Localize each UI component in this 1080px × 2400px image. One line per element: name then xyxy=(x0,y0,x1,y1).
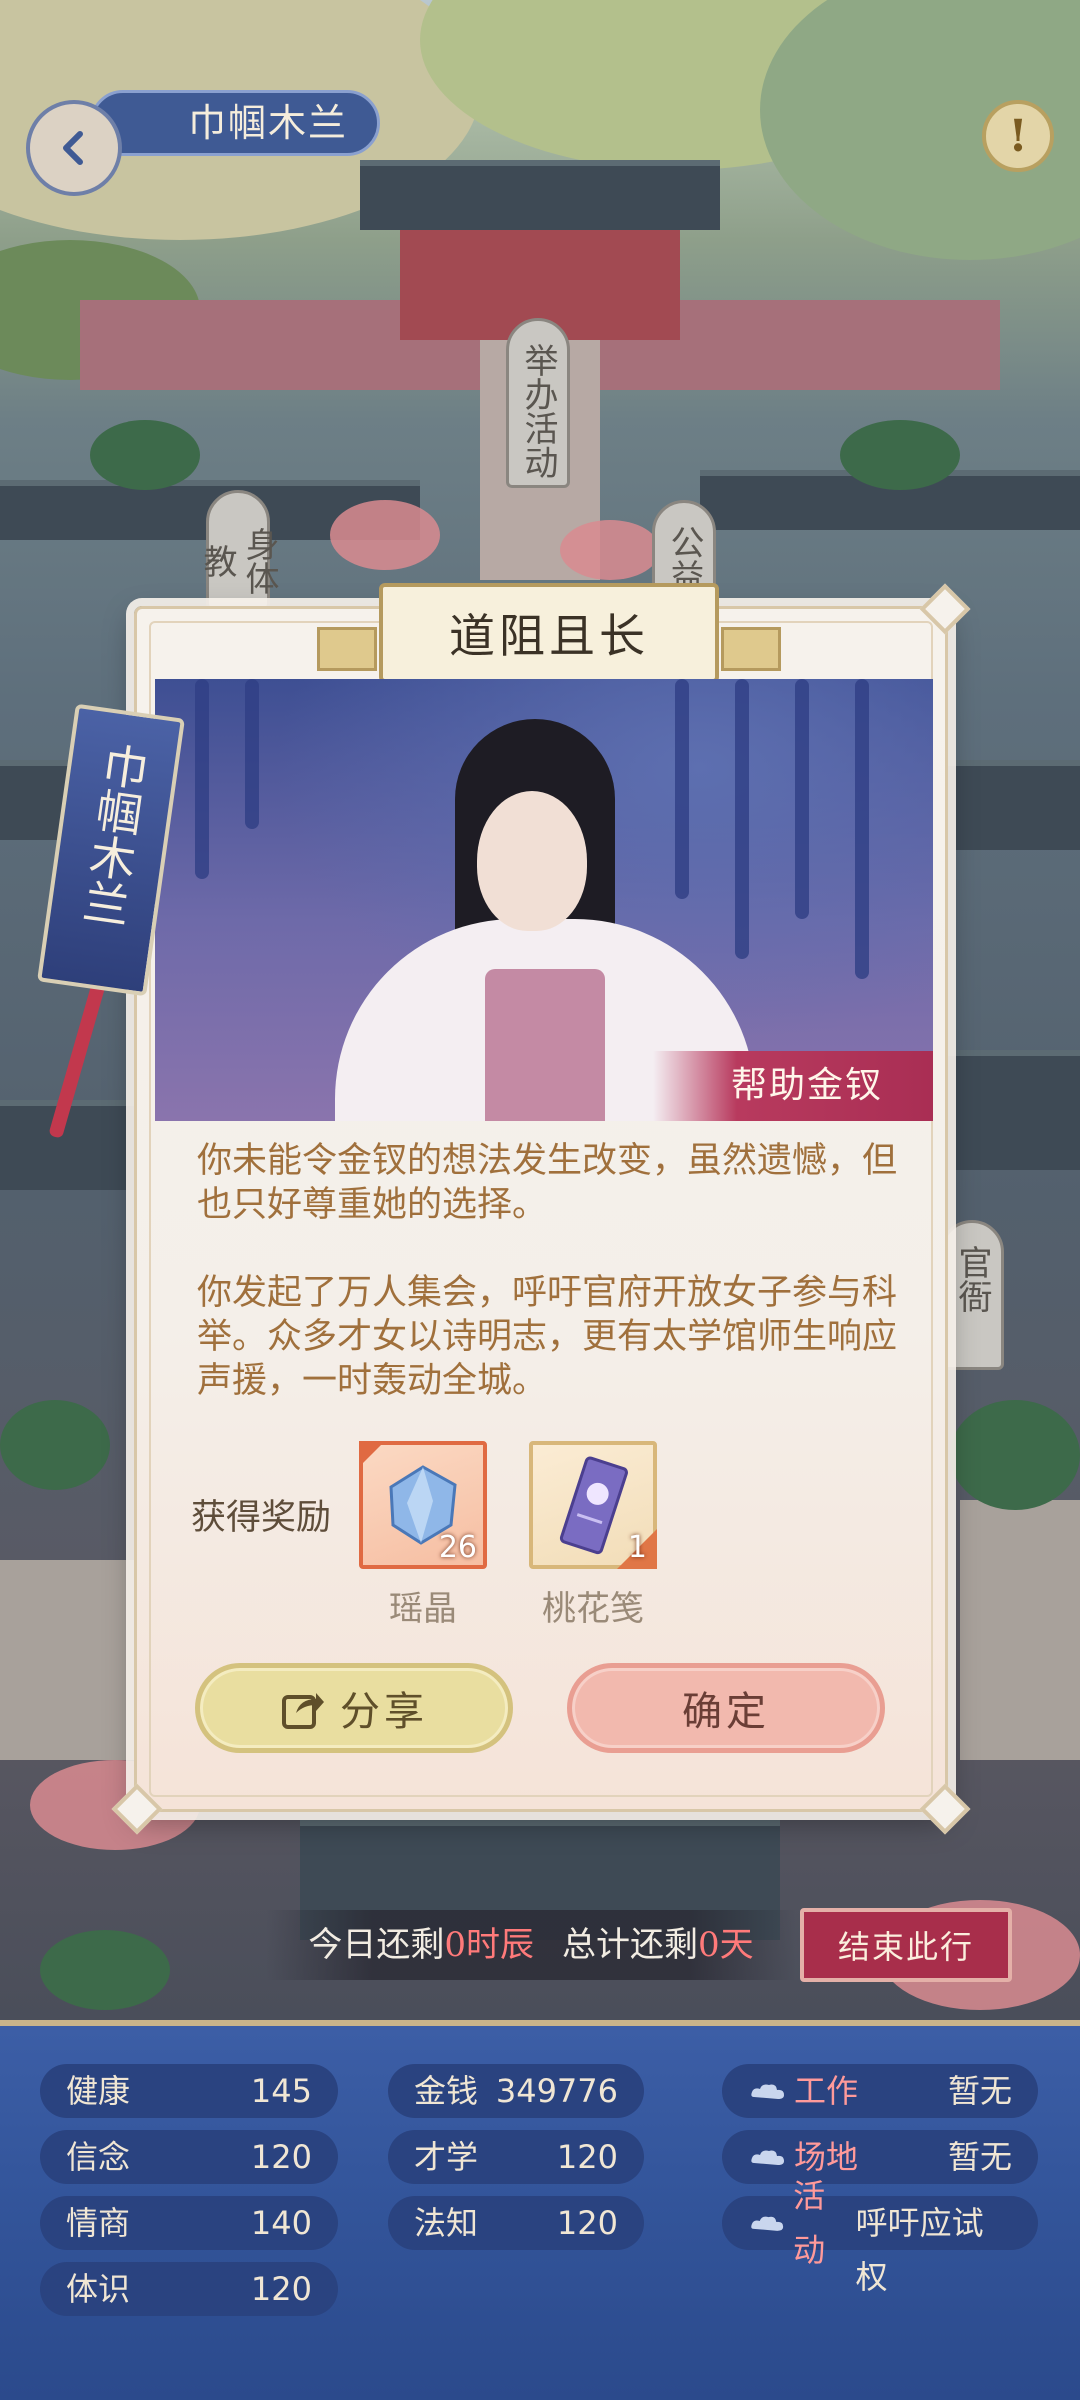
road xyxy=(0,1560,140,1760)
today-value: 0时辰 xyxy=(444,1925,534,1965)
share-label: 分享 xyxy=(340,1689,428,1735)
plaque-ribbon-left xyxy=(317,627,377,671)
location-title: 巾帼木兰 xyxy=(90,90,380,156)
stat-label: 法知 xyxy=(414,2204,479,2242)
character-portrait: 帮助金钗 xyxy=(155,679,933,1121)
tree xyxy=(90,420,200,490)
story-paragraph: 你发起了万人集会，呼吁官府开放女子参与科举。众多才女以诗明志，更有太学馆师生响应… xyxy=(197,1273,898,1401)
stat-belief: 信念 120 xyxy=(40,2130,338,2184)
stat-value: 140 xyxy=(250,2204,312,2242)
time-remaining-bar: 今日还剩0时辰 总计还剩0天 xyxy=(266,1910,796,1980)
stat-label: 情商 xyxy=(66,2204,131,2242)
tree xyxy=(0,1400,110,1490)
stat-value: 120 xyxy=(250,2270,312,2308)
stat-activity[interactable]: 活动 呼吁应试权 xyxy=(722,2177,1038,2296)
share-icon xyxy=(282,1693,324,1729)
stat-value: 120 xyxy=(556,2204,618,2242)
map-tag-activity[interactable]: 举办活动 xyxy=(506,318,570,488)
stat-value: 120 xyxy=(556,2138,618,2176)
reward-label: 获得奖励 xyxy=(191,1498,332,1538)
info-button[interactable]: ! xyxy=(982,100,1054,172)
dialog-title: 道阻且长 xyxy=(379,583,719,683)
today-remaining: 今日还剩0时辰 xyxy=(308,1910,534,1980)
blossom-tree xyxy=(330,500,440,570)
tree xyxy=(840,420,960,490)
stat-health: 健康 145 xyxy=(40,2064,338,2118)
bookmark-text: 巾帼木兰 xyxy=(73,739,153,930)
stat-value: 145 xyxy=(250,2072,312,2110)
story-text: 你未能令金钗的想法发生改变，虽然遗憾，但也只好尊重她的选择。 你发起了万人集会，… xyxy=(197,1139,897,1403)
stat-label: 工作 xyxy=(794,2072,859,2110)
story-paragraph: 你未能令金钗的想法发生改变，虽然遗憾，但也只好尊重她的选择。 xyxy=(197,1141,898,1225)
stat-value: 暂无 xyxy=(947,2072,1012,2110)
tree xyxy=(40,1930,170,2010)
stat-law: 法知 120 xyxy=(388,2196,644,2250)
stat-venue[interactable]: 场地 暂无 xyxy=(722,2130,1038,2184)
stat-value: 暂无 xyxy=(947,2138,1012,2176)
confirm-label: 确定 xyxy=(682,1689,770,1735)
stat-work[interactable]: 工作 暂无 xyxy=(722,2064,1038,2118)
wisteria xyxy=(195,679,209,879)
reward-name: 桃花笺 xyxy=(542,1589,644,1629)
plaque-ribbon-right xyxy=(721,627,781,671)
stat-value: 349776 xyxy=(495,2072,618,2110)
reward-count: 1 xyxy=(627,1530,647,1565)
stat-label: 活动 xyxy=(793,2177,826,2269)
event-result-dialog: 道阻且长 帮助金钗 你未能令金钗的想法发生改变，虽然遗憾，但也只好尊重她的选择。… xyxy=(111,583,971,1835)
stat-label-group: 活动 xyxy=(748,2177,856,2269)
roof xyxy=(0,1100,150,1190)
map-tag-office[interactable]: 官衙 xyxy=(940,1220,1004,1370)
total-value: 0天 xyxy=(698,1925,754,1965)
stat-label: 体识 xyxy=(66,2270,131,2308)
cloud-icon xyxy=(751,2216,784,2231)
reward-name: 瑶晶 xyxy=(389,1589,457,1629)
wisteria xyxy=(245,679,259,829)
stat-label: 健康 xyxy=(66,2072,131,2110)
wisteria xyxy=(735,679,749,959)
stat-talent: 才学 120 xyxy=(388,2130,644,2184)
stat-label-group: 工作 xyxy=(748,2064,858,2118)
stats-panel: 健康 145 信念 120 情商 140 体识 120 金钱 349776 才学… xyxy=(0,2020,1080,2400)
wisteria xyxy=(795,679,809,919)
stat-label: 才学 xyxy=(414,2138,479,2176)
reward-count: 26 xyxy=(438,1530,477,1565)
stat-physique: 体识 120 xyxy=(40,2262,338,2316)
chevron-left-icon xyxy=(63,131,83,165)
cloud-icon xyxy=(751,2150,784,2165)
exclamation-icon: ! xyxy=(1008,110,1028,162)
confirm-button[interactable]: 确定 xyxy=(567,1663,885,1753)
portrait-event-tag: 帮助金钗 xyxy=(653,1051,933,1121)
reward-item-letter[interactable]: 1 xyxy=(529,1441,657,1569)
total-prefix: 总计还剩 xyxy=(562,1925,698,1965)
blossom-tree xyxy=(560,520,660,580)
total-remaining: 总计还剩0天 xyxy=(562,1910,754,1980)
wisteria xyxy=(675,679,689,899)
stat-value: 呼吁应试权 xyxy=(855,2204,984,2296)
cloud-icon xyxy=(751,2084,784,2099)
roof xyxy=(930,1050,1080,1170)
end-trip-button[interactable]: 结束此行 xyxy=(800,1908,1012,1982)
tree xyxy=(950,1400,1080,1510)
back-button[interactable] xyxy=(26,100,122,196)
map-tag-body[interactable]: 身体教 xyxy=(197,490,279,610)
stat-eq: 情商 140 xyxy=(40,2196,338,2250)
character-inner-robe xyxy=(485,969,605,1121)
share-button[interactable]: 分享 xyxy=(195,1663,513,1753)
today-prefix: 今日还剩 xyxy=(308,1925,445,1965)
road xyxy=(960,1500,1080,1760)
wisteria xyxy=(855,679,869,979)
stat-label: 信念 xyxy=(66,2138,131,2176)
reward-item-crystal[interactable]: 26 xyxy=(359,1441,487,1569)
stat-money: 金钱 349776 xyxy=(388,2064,644,2118)
stat-value: 120 xyxy=(250,2138,312,2176)
stat-label: 金钱 xyxy=(414,2072,479,2110)
character-face xyxy=(477,791,587,931)
palace-roof xyxy=(360,160,720,230)
